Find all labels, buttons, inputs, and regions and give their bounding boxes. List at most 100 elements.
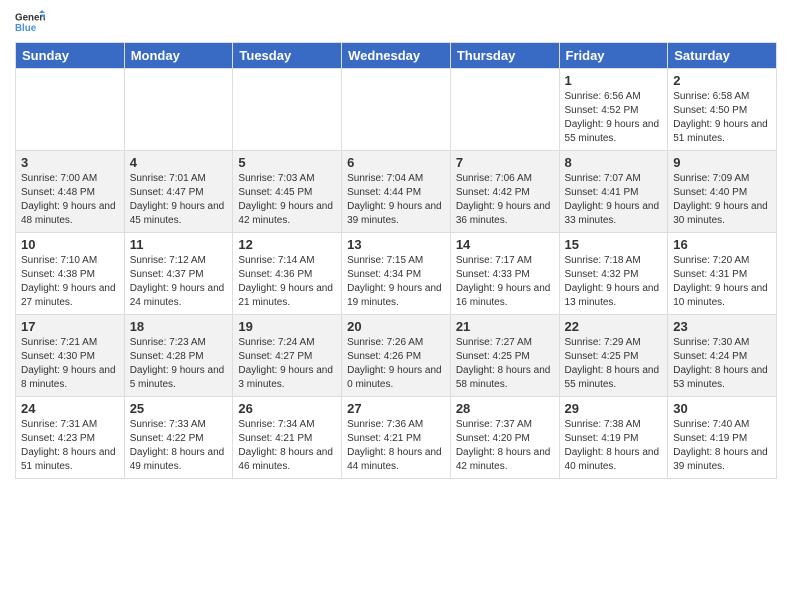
day-number: 6 bbox=[347, 155, 445, 170]
calendar-week-row: 1 Sunrise: 6:56 AMSunset: 4:52 PMDaylight… bbox=[16, 69, 777, 151]
day-info: Sunrise: 7:07 AMSunset: 4:41 PMDaylight:… bbox=[565, 172, 663, 228]
calendar-header-row: SundayMondayTuesdayWednesdayThursdayFrid… bbox=[16, 43, 777, 69]
day-number: 7 bbox=[456, 155, 554, 170]
column-header-friday: Friday bbox=[559, 43, 668, 69]
logo: General Blue bbox=[15, 10, 45, 34]
calendar-cell: 1 Sunrise: 6:56 AMSunset: 4:52 PMDaylight… bbox=[559, 69, 668, 151]
day-info: Sunrise: 7:34 AMSunset: 4:21 PMDaylight:… bbox=[238, 418, 336, 474]
calendar-cell bbox=[450, 69, 559, 151]
day-info: Sunrise: 7:21 AMSunset: 4:30 PMDaylight:… bbox=[21, 336, 119, 392]
day-info: Sunrise: 7:12 AMSunset: 4:37 PMDaylight:… bbox=[130, 254, 228, 310]
day-number: 2 bbox=[673, 73, 771, 88]
calendar-cell: 2 Sunrise: 6:58 AMSunset: 4:50 PMDaylight… bbox=[668, 69, 777, 151]
day-number: 27 bbox=[347, 401, 445, 416]
day-info: Sunrise: 7:20 AMSunset: 4:31 PMDaylight:… bbox=[673, 254, 771, 310]
day-info: Sunrise: 6:58 AMSunset: 4:50 PMDaylight:… bbox=[673, 90, 771, 146]
calendar-cell: 21 Sunrise: 7:27 AMSunset: 4:25 PMDayligh… bbox=[450, 315, 559, 397]
calendar-cell: 25 Sunrise: 7:33 AMSunset: 4:22 PMDayligh… bbox=[124, 397, 233, 479]
calendar-week-row: 24 Sunrise: 7:31 AMSunset: 4:23 PMDayligh… bbox=[16, 397, 777, 479]
day-number: 15 bbox=[565, 237, 663, 252]
day-info: Sunrise: 7:26 AMSunset: 4:26 PMDaylight:… bbox=[347, 336, 445, 392]
day-number: 21 bbox=[456, 319, 554, 334]
day-number: 5 bbox=[238, 155, 336, 170]
calendar-cell bbox=[233, 69, 342, 151]
calendar-cell: 19 Sunrise: 7:24 AMSunset: 4:27 PMDayligh… bbox=[233, 315, 342, 397]
calendar-cell: 17 Sunrise: 7:21 AMSunset: 4:30 PMDayligh… bbox=[16, 315, 125, 397]
day-number: 28 bbox=[456, 401, 554, 416]
calendar-cell: 22 Sunrise: 7:29 AMSunset: 4:25 PMDayligh… bbox=[559, 315, 668, 397]
calendar-cell: 5 Sunrise: 7:03 AMSunset: 4:45 PMDaylight… bbox=[233, 151, 342, 233]
day-info: Sunrise: 7:09 AMSunset: 4:40 PMDaylight:… bbox=[673, 172, 771, 228]
calendar-cell bbox=[342, 69, 451, 151]
calendar-week-row: 10Sunrise: 7:10 AMSunset: 4:38 PMDayligh… bbox=[16, 233, 777, 315]
calendar-cell: 30Sunrise: 7:40 AMSunset: 4:19 PMDayligh… bbox=[668, 397, 777, 479]
day-number: 14 bbox=[456, 237, 554, 252]
day-number: 13 bbox=[347, 237, 445, 252]
calendar-cell: 14 Sunrise: 7:17 AMSunset: 4:33 PMDayligh… bbox=[450, 233, 559, 315]
day-number: 9 bbox=[673, 155, 771, 170]
calendar-cell: 4Sunrise: 7:01 AMSunset: 4:47 PMDaylight… bbox=[124, 151, 233, 233]
column-header-tuesday: Tuesday bbox=[233, 43, 342, 69]
calendar-cell: 18 Sunrise: 7:23 AMSunset: 4:28 PMDayligh… bbox=[124, 315, 233, 397]
calendar-cell: 27 Sunrise: 7:36 AMSunset: 4:21 PMDayligh… bbox=[342, 397, 451, 479]
calendar-cell: 26Sunrise: 7:34 AMSunset: 4:21 PMDayligh… bbox=[233, 397, 342, 479]
day-number: 11 bbox=[130, 237, 228, 252]
day-info: Sunrise: 7:38 AMSunset: 4:19 PMDaylight:… bbox=[565, 418, 663, 474]
day-info: Sunrise: 7:17 AMSunset: 4:33 PMDaylight:… bbox=[456, 254, 554, 310]
calendar-cell: 15 Sunrise: 7:18 AMSunset: 4:32 PMDayligh… bbox=[559, 233, 668, 315]
day-info: Sunrise: 7:04 AMSunset: 4:44 PMDaylight:… bbox=[347, 172, 445, 228]
day-info: Sunrise: 7:14 AMSunset: 4:36 PMDaylight:… bbox=[238, 254, 336, 310]
calendar-cell: 29 Sunrise: 7:38 AMSunset: 4:19 PMDayligh… bbox=[559, 397, 668, 479]
calendar-cell bbox=[16, 69, 125, 151]
day-number: 8 bbox=[565, 155, 663, 170]
calendar-cell: 11 Sunrise: 7:12 AMSunset: 4:37 PMDayligh… bbox=[124, 233, 233, 315]
day-number: 24 bbox=[21, 401, 119, 416]
column-header-sunday: Sunday bbox=[16, 43, 125, 69]
header: General Blue bbox=[15, 10, 777, 34]
day-info: Sunrise: 7:33 AMSunset: 4:22 PMDaylight:… bbox=[130, 418, 228, 474]
day-number: 18 bbox=[130, 319, 228, 334]
day-info: Sunrise: 7:06 AMSunset: 4:42 PMDaylight:… bbox=[456, 172, 554, 228]
column-header-thursday: Thursday bbox=[450, 43, 559, 69]
calendar-cell: 9 Sunrise: 7:09 AMSunset: 4:40 PMDaylight… bbox=[668, 151, 777, 233]
page-container: General Blue SundayMondayTuesdayWednesda… bbox=[0, 0, 792, 484]
svg-text:General: General bbox=[15, 13, 45, 24]
calendar-table: SundayMondayTuesdayWednesdayThursdayFrid… bbox=[15, 42, 777, 479]
day-number: 23 bbox=[673, 319, 771, 334]
day-info: Sunrise: 7:18 AMSunset: 4:32 PMDaylight:… bbox=[565, 254, 663, 310]
day-info: Sunrise: 6:56 AMSunset: 4:52 PMDaylight:… bbox=[565, 90, 663, 146]
day-number: 25 bbox=[130, 401, 228, 416]
day-number: 30 bbox=[673, 401, 771, 416]
calendar-cell: 20 Sunrise: 7:26 AMSunset: 4:26 PMDayligh… bbox=[342, 315, 451, 397]
day-info: Sunrise: 7:00 AMSunset: 4:48 PMDaylight:… bbox=[21, 172, 119, 228]
day-number: 19 bbox=[238, 319, 336, 334]
day-number: 17 bbox=[21, 319, 119, 334]
column-header-monday: Monday bbox=[124, 43, 233, 69]
calendar-cell: 16Sunrise: 7:20 AMSunset: 4:31 PMDayligh… bbox=[668, 233, 777, 315]
calendar-cell: 23Sunrise: 7:30 AMSunset: 4:24 PMDayligh… bbox=[668, 315, 777, 397]
day-info: Sunrise: 7:29 AMSunset: 4:25 PMDaylight:… bbox=[565, 336, 663, 392]
calendar-week-row: 17 Sunrise: 7:21 AMSunset: 4:30 PMDayligh… bbox=[16, 315, 777, 397]
day-info: Sunrise: 7:31 AMSunset: 4:23 PMDaylight:… bbox=[21, 418, 119, 474]
day-info: Sunrise: 7:27 AMSunset: 4:25 PMDaylight:… bbox=[456, 336, 554, 392]
day-info: Sunrise: 7:01 AMSunset: 4:47 PMDaylight:… bbox=[130, 172, 228, 228]
calendar-cell: 3 Sunrise: 7:00 AMSunset: 4:48 PMDaylight… bbox=[16, 151, 125, 233]
day-number: 22 bbox=[565, 319, 663, 334]
calendar-week-row: 3 Sunrise: 7:00 AMSunset: 4:48 PMDaylight… bbox=[16, 151, 777, 233]
calendar-cell bbox=[124, 69, 233, 151]
day-number: 3 bbox=[21, 155, 119, 170]
day-info: Sunrise: 7:24 AMSunset: 4:27 PMDaylight:… bbox=[238, 336, 336, 392]
day-info: Sunrise: 7:36 AMSunset: 4:21 PMDaylight:… bbox=[347, 418, 445, 474]
day-number: 12 bbox=[238, 237, 336, 252]
day-info: Sunrise: 7:10 AMSunset: 4:38 PMDaylight:… bbox=[21, 254, 119, 310]
calendar-cell: 8 Sunrise: 7:07 AMSunset: 4:41 PMDaylight… bbox=[559, 151, 668, 233]
day-number: 1 bbox=[565, 73, 663, 88]
calendar-cell: 28Sunrise: 7:37 AMSunset: 4:20 PMDayligh… bbox=[450, 397, 559, 479]
calendar-cell: 13Sunrise: 7:15 AMSunset: 4:34 PMDayligh… bbox=[342, 233, 451, 315]
day-number: 20 bbox=[347, 319, 445, 334]
calendar-cell: 6 Sunrise: 7:04 AMSunset: 4:44 PMDaylight… bbox=[342, 151, 451, 233]
day-number: 29 bbox=[565, 401, 663, 416]
day-info: Sunrise: 7:03 AMSunset: 4:45 PMDaylight:… bbox=[238, 172, 336, 228]
calendar-cell: 24 Sunrise: 7:31 AMSunset: 4:23 PMDayligh… bbox=[16, 397, 125, 479]
day-info: Sunrise: 7:23 AMSunset: 4:28 PMDaylight:… bbox=[130, 336, 228, 392]
